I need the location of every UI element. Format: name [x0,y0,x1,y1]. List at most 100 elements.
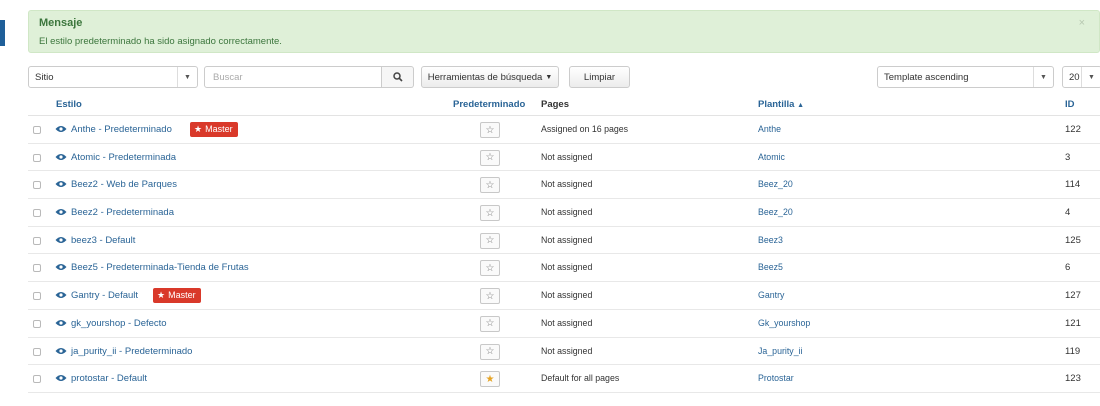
search-tools-button[interactable]: Herramientas de búsqueda ▼ [421,66,559,88]
set-default-button[interactable]: ☆ [480,205,500,222]
column-template[interactable]: Plantilla ▲ [758,99,804,110]
eye-icon[interactable] [55,347,67,355]
ordering-select-value: Template ascending [884,72,969,83]
eye-icon[interactable] [55,319,67,327]
pages-assignment: Not assigned [541,179,593,190]
eye-icon[interactable] [55,208,67,216]
alert-title: Mensaje [39,17,83,29]
set-default-button[interactable]: ☆ [480,232,500,249]
style-name-link[interactable]: gk_yourshop - Defecto [71,318,167,329]
row-id: 119 [1065,345,1081,357]
set-default-button[interactable]: ☆ [480,315,500,332]
style-name-link[interactable]: Atomic - Predeterminada [71,152,176,163]
template-link[interactable]: Gantry [758,290,784,300]
eye-icon[interactable] [55,263,67,271]
row-checkbox[interactable] [33,236,41,245]
row-checkbox[interactable] [33,375,41,384]
row-checkbox[interactable] [33,209,41,218]
pages-assignment: Not assigned [541,262,593,273]
alert-message: El estilo predeterminado ha sido asignad… [39,36,282,47]
master-badge: ★ Master [153,288,201,304]
template-link[interactable]: Beez3 [758,235,783,245]
table-row: Gantry - Default ★ Master ☆ Not assigned … [28,282,1100,310]
template-link[interactable]: Ja_purity_ii [758,346,803,356]
template-link[interactable]: Atomic [758,152,785,162]
client-select[interactable]: Sitio ▼ [28,66,198,88]
default-star-icon: ★ [480,371,500,388]
template-link[interactable]: Beez_20 [758,179,793,189]
success-alert: Mensaje El estilo predeterminado ha sido… [28,10,1100,53]
row-id: 114 [1065,179,1081,191]
table-row: Beez2 - Web de Parques ☆ Not assigned Be… [28,171,1100,200]
style-name-link[interactable]: ja_purity_ii - Predeterminado [71,346,192,357]
pages-assignment: Not assigned [541,317,593,328]
limit-select[interactable]: 20 ▼ [1062,66,1100,88]
row-id: 127 [1065,290,1081,302]
set-default-button[interactable]: ☆ [480,260,500,277]
style-name-link[interactable]: beez3 - Default [71,235,135,246]
table-row: Anthe - Predeterminado ★ Master ☆ Assigne… [28,116,1100,144]
pages-assignment: Not assigned [541,290,593,301]
template-link[interactable]: Anthe [758,124,781,134]
search-button[interactable] [382,66,414,88]
close-icon[interactable]: × [1079,17,1085,29]
ordering-select[interactable]: Template ascending ▼ [877,66,1054,88]
master-badge-label: Master [168,290,196,301]
row-id: 6 [1065,262,1071,274]
set-default-button[interactable]: ☆ [480,288,500,305]
row-id: 4 [1065,207,1071,219]
eye-icon[interactable] [55,291,67,299]
style-name-link[interactable]: Beez2 - Web de Parques [71,179,177,190]
table-row: Beez5 - Predeterminada-Tienda de Frutas … [28,254,1100,283]
master-badge: ★ Master [190,122,238,137]
template-link[interactable]: Beez_20 [758,207,793,217]
style-name-link[interactable]: protostar - Default [71,373,147,384]
row-checkbox[interactable] [33,264,41,273]
master-badge-label: Master [205,124,233,134]
column-style[interactable]: Estilo [56,99,82,110]
row-checkbox[interactable] [33,347,41,356]
eye-icon[interactable] [55,153,67,161]
row-checkbox[interactable] [33,319,41,328]
search-input[interactable] [204,66,382,88]
sidebar-accent [0,20,5,46]
column-default[interactable]: Predeterminado [453,99,525,110]
row-checkbox[interactable] [33,153,41,162]
template-link[interactable]: Protostar [758,373,794,383]
row-checkbox[interactable] [33,126,41,134]
style-name-link[interactable]: Beez2 - Predeterminada [71,207,174,218]
style-name-link[interactable]: Beez5 - Predeterminada-Tienda de Frutas [71,262,249,273]
column-template-label: Plantilla [758,99,795,110]
pages-assignment: Not assigned [541,207,593,218]
clear-button[interactable]: Limpiar [569,66,630,88]
set-default-button[interactable]: ☆ [480,343,500,360]
row-id: 121 [1065,317,1081,329]
eye-icon[interactable] [55,180,67,188]
style-name-link[interactable]: Anthe - Predeterminado [71,124,172,135]
set-default-button[interactable]: ☆ [480,122,500,138]
template-link[interactable]: Gk_yourshop [758,318,810,328]
row-checkbox[interactable] [33,292,41,301]
eye-icon[interactable] [55,125,67,133]
set-default-button[interactable]: ☆ [480,177,500,194]
sort-ascending-icon: ▲ [797,102,805,109]
style-name-link[interactable]: Gantry - Default [71,290,138,301]
table-row: ja_purity_ii - Predeterminado ☆ Not assi… [28,338,1100,366]
pages-assignment: Not assigned [541,234,593,245]
column-pages: Pages [541,99,569,110]
template-link[interactable]: Beez5 [758,262,783,272]
table-row: Beez2 - Predeterminada ☆ Not assigned Be… [28,199,1100,227]
search-icon [392,72,403,82]
column-id[interactable]: ID [1065,99,1075,110]
eye-icon[interactable] [55,236,67,244]
chevron-down-icon: ▼ [177,67,197,87]
row-checkbox[interactable] [33,181,41,190]
eye-icon[interactable] [55,374,67,382]
row-id: 3 [1065,151,1071,163]
search-tools-label: Herramientas de búsqueda [427,71,543,83]
row-id: 122 [1065,124,1081,135]
set-default-button[interactable]: ☆ [480,149,500,166]
pages-assignment: Assigned on 16 pages [541,124,629,134]
limit-select-value: 20 [1069,72,1080,83]
table-row: gk_yourshop - Defecto ☆ Not assigned Gk_… [28,310,1100,338]
